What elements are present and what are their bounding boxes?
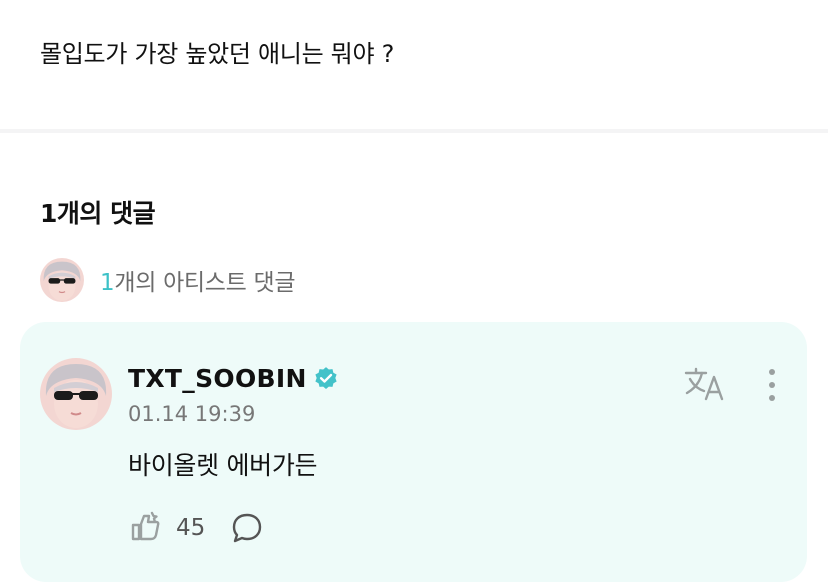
comment-body: 바이올렛 에버가든 xyxy=(128,451,318,480)
artist-comment-label: 개의 아티스트 댓글 xyxy=(114,270,296,296)
section-divider xyxy=(0,129,828,133)
like-count: 45 xyxy=(176,515,206,541)
post-text: 몰입도가 가장 높았던 애니는 뭐야 ? xyxy=(40,40,395,68)
comment-timestamp: 01.14 19:39 xyxy=(128,402,256,426)
author-avatar[interactable] xyxy=(40,358,112,430)
comment-actions: 45 xyxy=(128,510,263,546)
translate-icon[interactable] xyxy=(684,366,726,402)
speech-bubble-icon[interactable] xyxy=(231,511,263,545)
verified-badge-icon xyxy=(315,366,337,389)
author-row: TXT_SOOBIN xyxy=(128,364,339,393)
author-name[interactable]: TXT_SOOBIN xyxy=(128,364,307,393)
artist-comment-count-label: 1개의 아티스트 댓글 xyxy=(100,263,296,297)
like-icon xyxy=(131,511,160,541)
like-button[interactable]: 45 xyxy=(128,510,205,546)
artist-comment-card: TXT_SOOBIN 01.14 19:39 바이올렛 에버가든 45 xyxy=(20,322,807,582)
artist-comments-filter[interactable]: 1개의 아티스트 댓글 xyxy=(40,258,296,302)
artist-avatar-small xyxy=(40,258,84,302)
artist-comment-count: 1 xyxy=(100,270,115,296)
comment-count-title: 1개의 댓글 xyxy=(40,199,156,228)
more-vertical-icon[interactable] xyxy=(760,366,784,404)
